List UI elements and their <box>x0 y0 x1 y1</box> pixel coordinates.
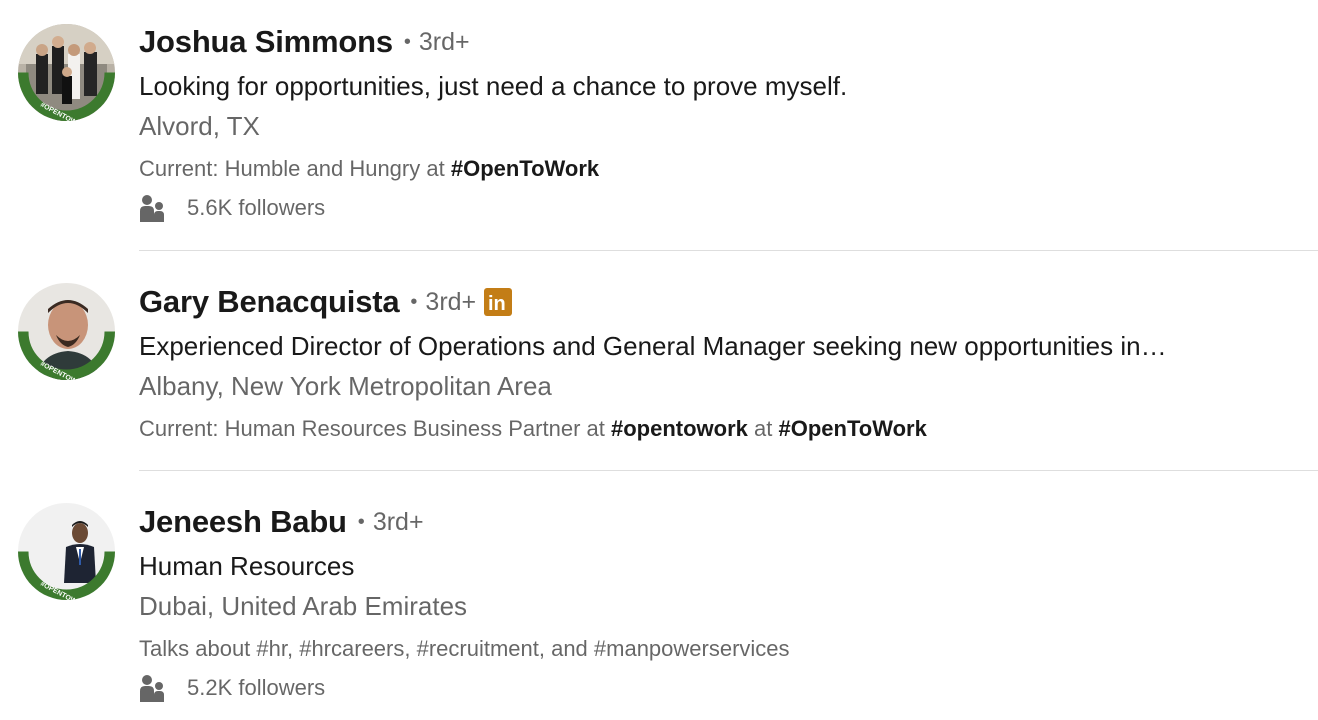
profile-headline: Human Resources <box>139 551 355 581</box>
profile-location: Dubai, United Arab Emirates <box>139 591 468 621</box>
followers-count: 5.2K followers <box>187 675 326 700</box>
avatar-photo-group: #OPENTOWORK <box>18 24 115 121</box>
profile-avatar[interactable]: #OPENTOWORK <box>18 283 115 380</box>
hashtag-symbol: # <box>610 416 624 441</box>
linkedin-premium-icon: in <box>484 288 513 316</box>
profile-headline: Experienced Director of Operations and G… <box>139 331 1167 361</box>
summary-text: Current: Humble and Hungry at <box>139 156 451 181</box>
profile-name-link[interactable]: Joshua Simmons <box>139 24 393 60</box>
profile-current-summary: Current: Human Resources Business Partne… <box>139 416 1318 442</box>
separator-dot: • <box>357 510 365 533</box>
followers-count: 5.6K followers <box>187 195 326 220</box>
people-icon <box>140 675 164 702</box>
followers-row: 5.2K followers <box>139 674 1318 702</box>
profile-current-summary: Current: Humble and Hungry at #OpenToWor… <box>139 156 1318 182</box>
search-result-item: #OPENTOWORK Joshua Simmons • 3rd+ Lookin… <box>0 0 1318 251</box>
avatar-photo-portrait: #OPENTOWORK <box>18 283 115 380</box>
profile-location: Albany, New York Metropolitan Area <box>139 371 552 401</box>
search-result-item: #OPENTOWORK Gary Benacquista • 3rd+ in E… <box>0 251 1318 471</box>
people-icon <box>140 195 164 222</box>
hashtag-symbol: # <box>450 156 464 181</box>
separator-dot: • <box>403 30 411 53</box>
profile-name-link[interactable]: Gary Benacquista <box>139 284 400 320</box>
profile-talks-about: Talks about #hr, #hrcareers, #recruitmen… <box>139 636 790 661</box>
avatar-photo-portrait: #OPENTOWORK <box>18 503 115 600</box>
connection-degree: 3rd+ <box>418 27 470 56</box>
followers-row: 5.6K followers <box>139 194 1318 222</box>
profile-headline: Looking for opportunities, just need a c… <box>139 71 848 101</box>
search-result-item: #OPENTOWORK Jeneesh Babu • 3rd+ Human Re… <box>0 471 1318 720</box>
summary-text: at <box>747 416 779 441</box>
profile-location: Alvord, TX <box>139 111 260 141</box>
profile-avatar[interactable]: #OPENTOWORK <box>18 24 115 121</box>
hashtag-symbol: # <box>778 416 791 441</box>
connection-degree: 3rd+ <box>372 507 424 536</box>
hashtag-link[interactable]: opentowork <box>623 416 748 441</box>
svg-text:in: in <box>488 293 506 315</box>
profile-avatar[interactable]: #OPENTOWORK <box>18 503 115 600</box>
search-results-list: #OPENTOWORK Joshua Simmons • 3rd+ Lookin… <box>0 0 1318 720</box>
connection-degree: 3rd+ <box>425 287 477 316</box>
separator-dot: • <box>410 290 418 313</box>
summary-text: Current: Human Resources Business Partne… <box>139 416 611 441</box>
hashtag-link[interactable]: OpenToWork <box>791 416 927 441</box>
profile-name-link[interactable]: Jeneesh Babu <box>139 504 347 540</box>
hashtag-link[interactable]: OpenToWork <box>463 156 599 181</box>
